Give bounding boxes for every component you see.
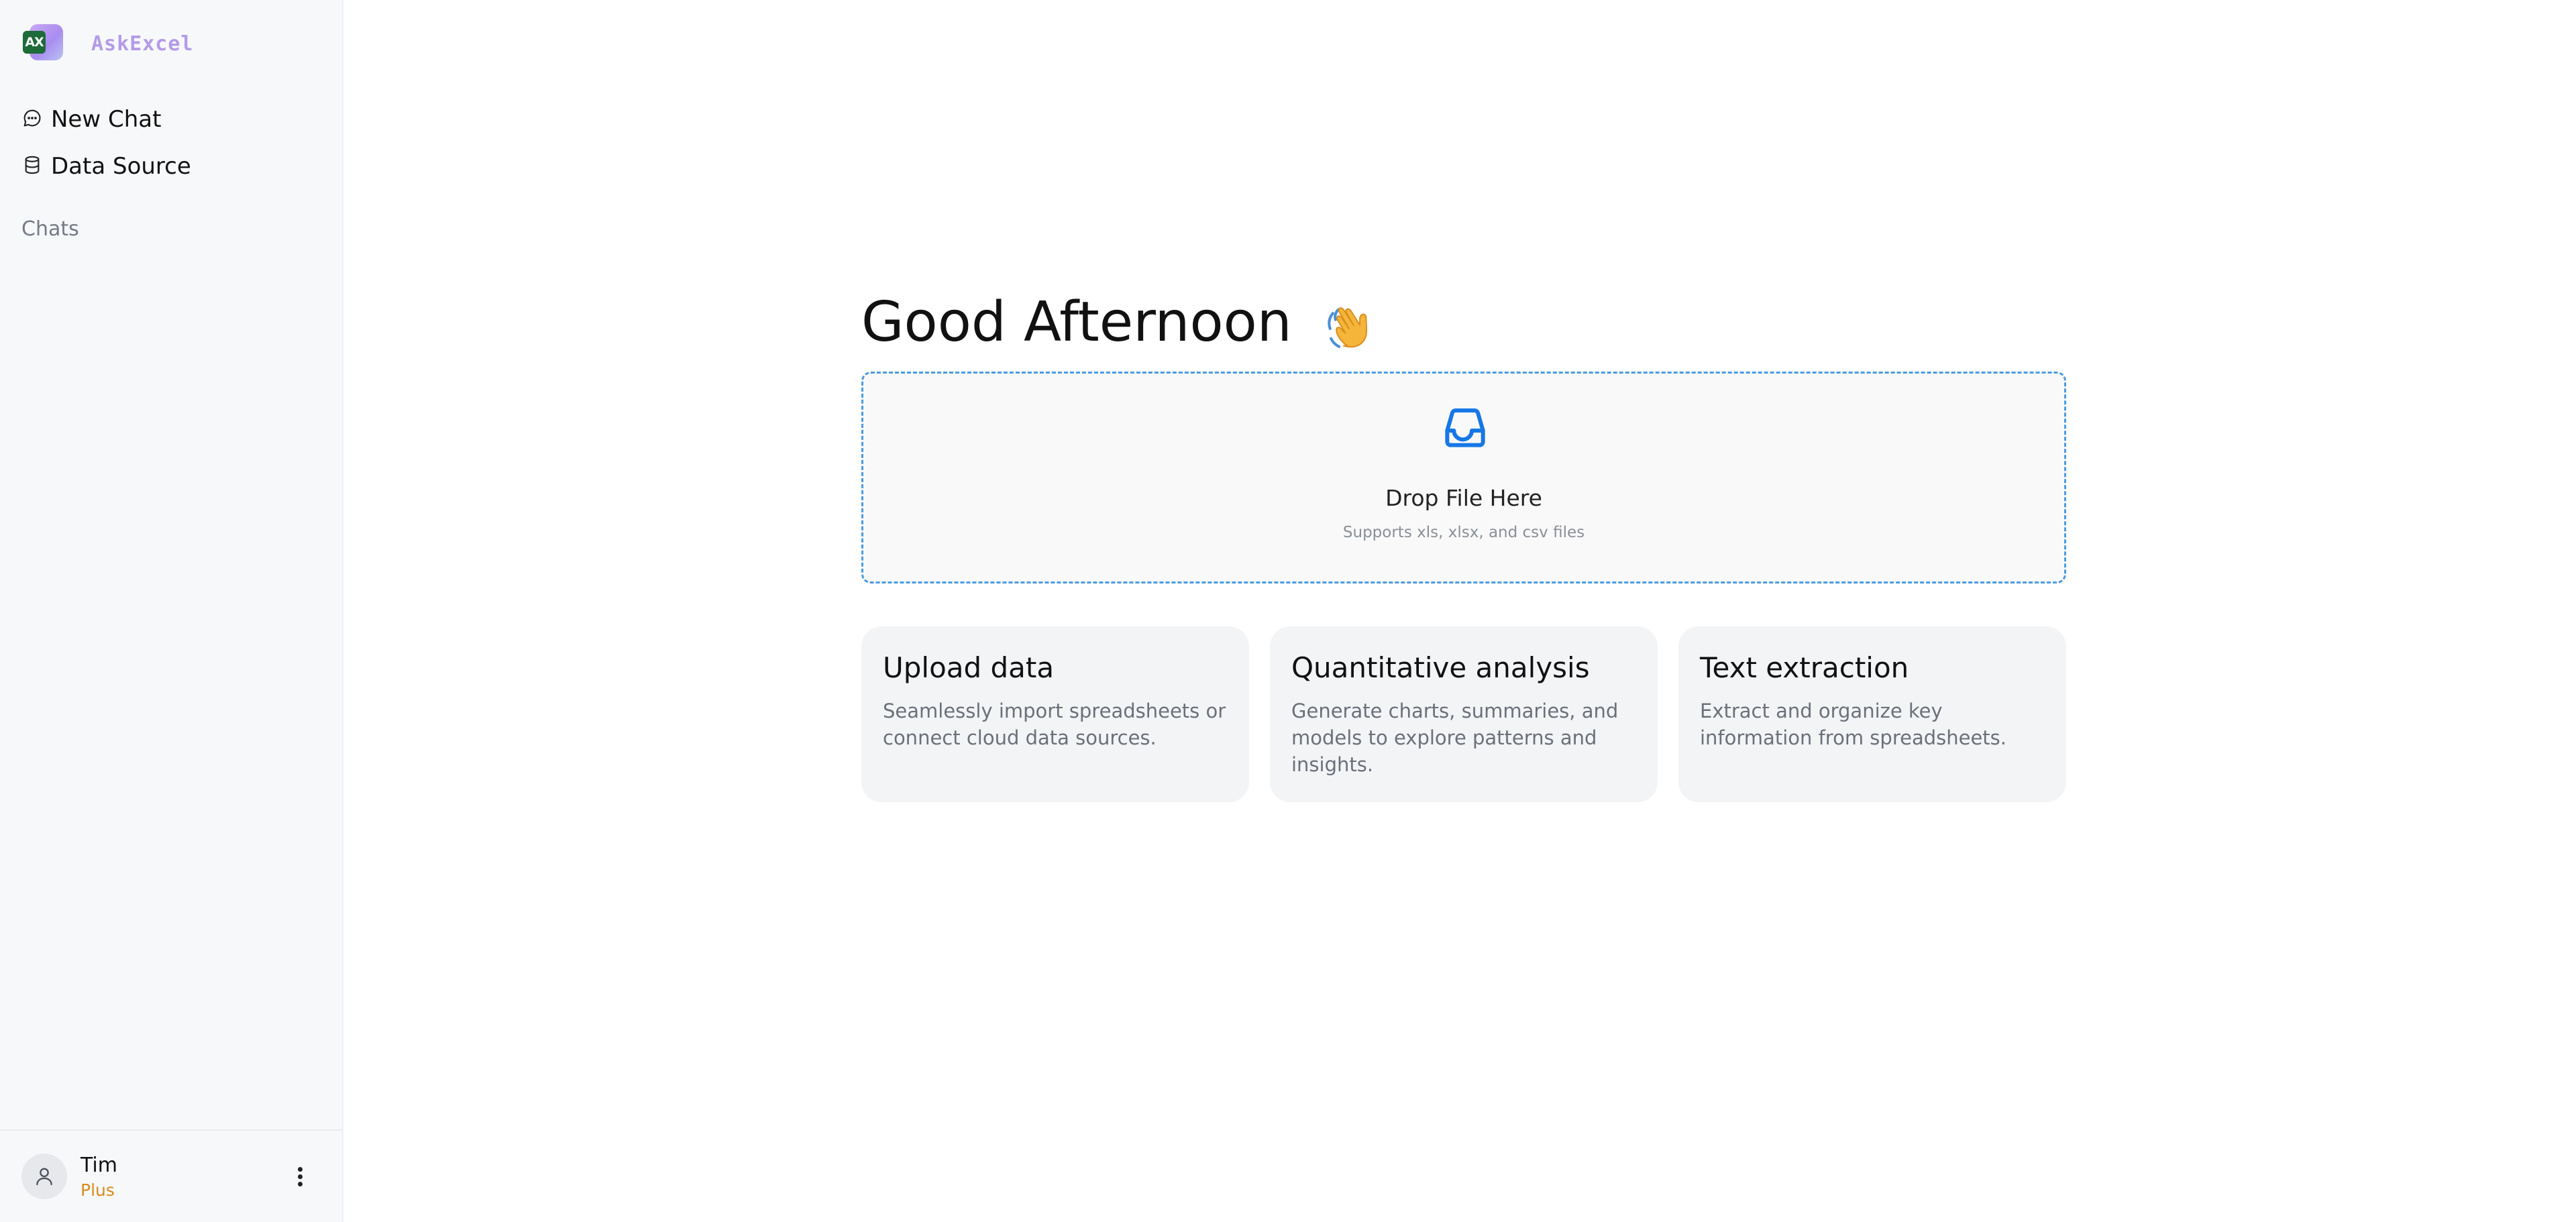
waving-hand-icon xyxy=(1328,307,1367,348)
data-source-label: Data Source xyxy=(51,153,191,180)
greeting-heading: Good Afternoon xyxy=(861,287,1383,358)
dot xyxy=(297,1174,303,1179)
dropzone-title: Drop File Here xyxy=(1385,485,1542,511)
brand[interactable]: AX AskExcel xyxy=(23,24,194,63)
chats-section-label: Chats xyxy=(21,217,79,241)
upload-data-card[interactable]: Upload data Seamlessly import spreadshee… xyxy=(861,626,1249,802)
avatar[interactable] xyxy=(21,1154,67,1199)
inbox-icon xyxy=(1445,408,1485,447)
user-name: Tim xyxy=(80,1154,117,1177)
dropzone-hint: Supports xls, xlsx, and csv files xyxy=(1342,524,1585,541)
sidebar: AX AskExcel New Chat Data Source Chats T… xyxy=(0,0,343,1222)
plan-badge: Plus xyxy=(80,1180,115,1200)
file-dropzone[interactable]: Drop File Here Supports xls, xlsx, and c… xyxy=(861,372,2066,584)
user-profile-bar: Tim Plus xyxy=(0,1129,342,1222)
database-icon xyxy=(21,154,43,178)
card-description: Seamlessly import spreadsheets or connec… xyxy=(883,700,1226,749)
logo-mark: AX xyxy=(23,31,46,54)
card-description: Extract and organize key information fro… xyxy=(1700,700,2006,749)
more-vertical-icon[interactable] xyxy=(290,1162,310,1191)
card-title: Upload data xyxy=(883,651,1055,684)
quantitative-analysis-card[interactable]: Quantitative analysis Generate charts, s… xyxy=(1270,626,1658,802)
dot xyxy=(297,1166,303,1172)
text-extraction-card[interactable]: Text extraction Extract and organize key… xyxy=(1678,626,2066,802)
new-chat-button[interactable]: New Chat xyxy=(21,106,161,133)
app-window: AX AskExcel New Chat Data Source Chats T… xyxy=(0,0,2576,1222)
card-title: Quantitative analysis xyxy=(1291,651,1590,684)
data-source-button[interactable]: Data Source xyxy=(21,153,191,180)
new-chat-label: New Chat xyxy=(51,106,162,133)
card-description: Generate charts, summaries, and models t… xyxy=(1291,700,1619,776)
dot xyxy=(297,1181,303,1186)
app-logo-icon: AX xyxy=(23,24,63,63)
app-name: AskExcel xyxy=(91,32,194,56)
greeting-text: Good Afternoon xyxy=(861,290,1292,354)
card-title: Text extraction xyxy=(1700,651,1909,684)
chat-bubble-icon xyxy=(21,107,43,131)
user-icon xyxy=(36,1168,52,1186)
